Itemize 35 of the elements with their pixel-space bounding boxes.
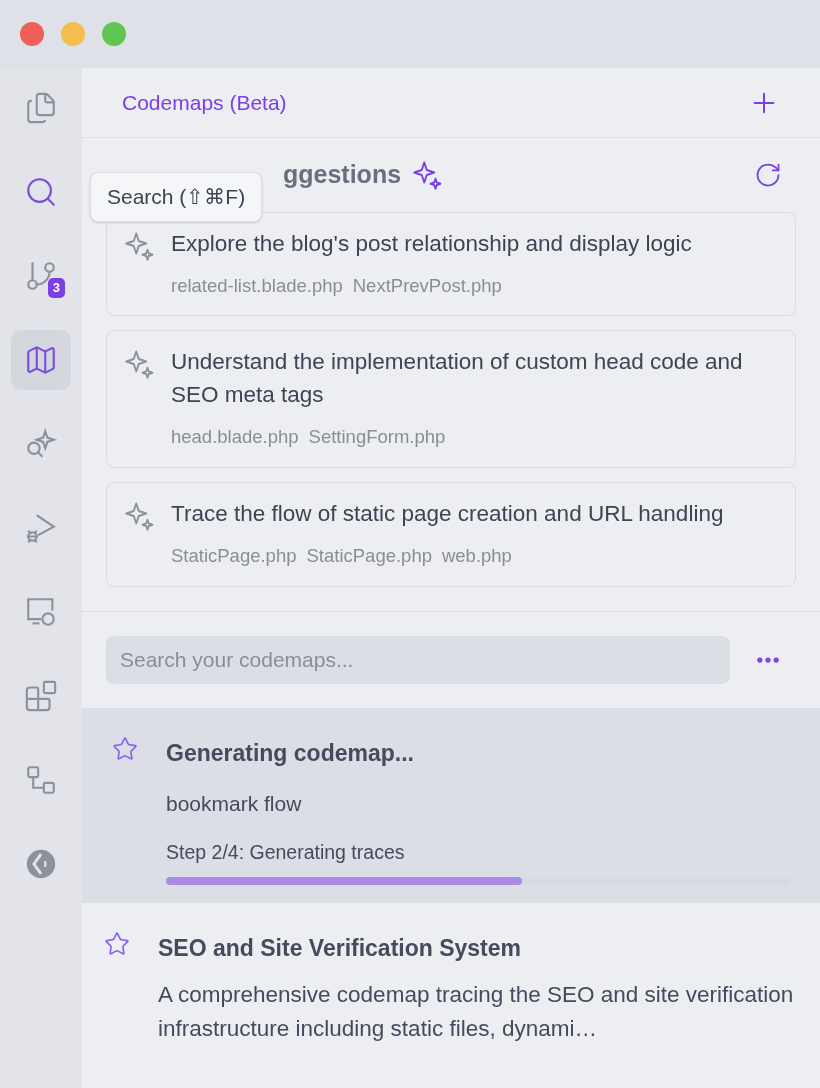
star-icon[interactable] xyxy=(104,931,130,957)
file-name: StaticPage.php xyxy=(306,544,432,568)
file-name: head.blade.php xyxy=(171,425,299,450)
suggestion-card[interactable]: Understand the implementation of custom head code and SEO meta tags head.blade.php SettingForm.php xyxy=(106,330,796,468)
suggestion-text: Understand the implementation of custom head code and SEO meta tags xyxy=(171,348,744,410)
zoom-window-button[interactable] xyxy=(102,22,126,46)
file-name: NextPrevPost.php xyxy=(352,273,502,298)
minimize-window-button[interactable] xyxy=(61,22,85,46)
sparkle-icon xyxy=(413,159,444,190)
file-name: SettingForm.php xyxy=(308,425,446,450)
step-text: Step 2/4: Generating traces xyxy=(166,839,406,865)
tooltip: Search (⇧⌘F) xyxy=(90,172,263,222)
codemap-subtitle: bookmark flow xyxy=(166,791,303,818)
sparkle-icon xyxy=(125,230,155,261)
codemap-title: SEO and Site Verification System xyxy=(158,934,522,963)
panel-title: Codemaps (Beta) xyxy=(122,89,287,116)
section-heading: ggestions xyxy=(283,159,402,190)
file-name: StaticPage.php xyxy=(171,544,297,568)
file-name: web.php xyxy=(441,544,512,568)
codemap-description: A comprehensive codemap tracing the SEO and site verification infrastructure including static files, dynami… xyxy=(158,980,795,1043)
map-nav-button[interactable] xyxy=(11,330,71,390)
codemap-item[interactable]: SEO and Site Verification System A comprehensive codemap tracing the SEO and site verification infrastructure including static files, dynami… xyxy=(82,903,820,1046)
sparkle-icon xyxy=(125,349,155,380)
codemap-title: Generating codemap... xyxy=(166,738,415,768)
close-window-button[interactable] xyxy=(20,22,44,46)
suggestion-text: Trace the flow of static page creation and URL handling xyxy=(171,500,724,528)
count-badge: 3 xyxy=(47,278,65,298)
codemap-item[interactable]: Generating codemap... bookmark flow Step 2/4: Generating traces xyxy=(82,707,820,903)
suggestion-card[interactable]: Trace the flow of static page creation and URL handling StaticPage.php StaticPage.php web.php xyxy=(106,482,796,587)
branch-nav-button[interactable]: 3 xyxy=(11,246,71,306)
file-name: related-list.blade.php xyxy=(171,273,343,298)
suggestion-text: Explore the blog's post relationship and display logic xyxy=(171,229,692,258)
star-icon[interactable] xyxy=(112,735,138,762)
search-field[interactable]: Search your codemaps... xyxy=(106,635,730,684)
sparkle-icon xyxy=(125,501,155,531)
